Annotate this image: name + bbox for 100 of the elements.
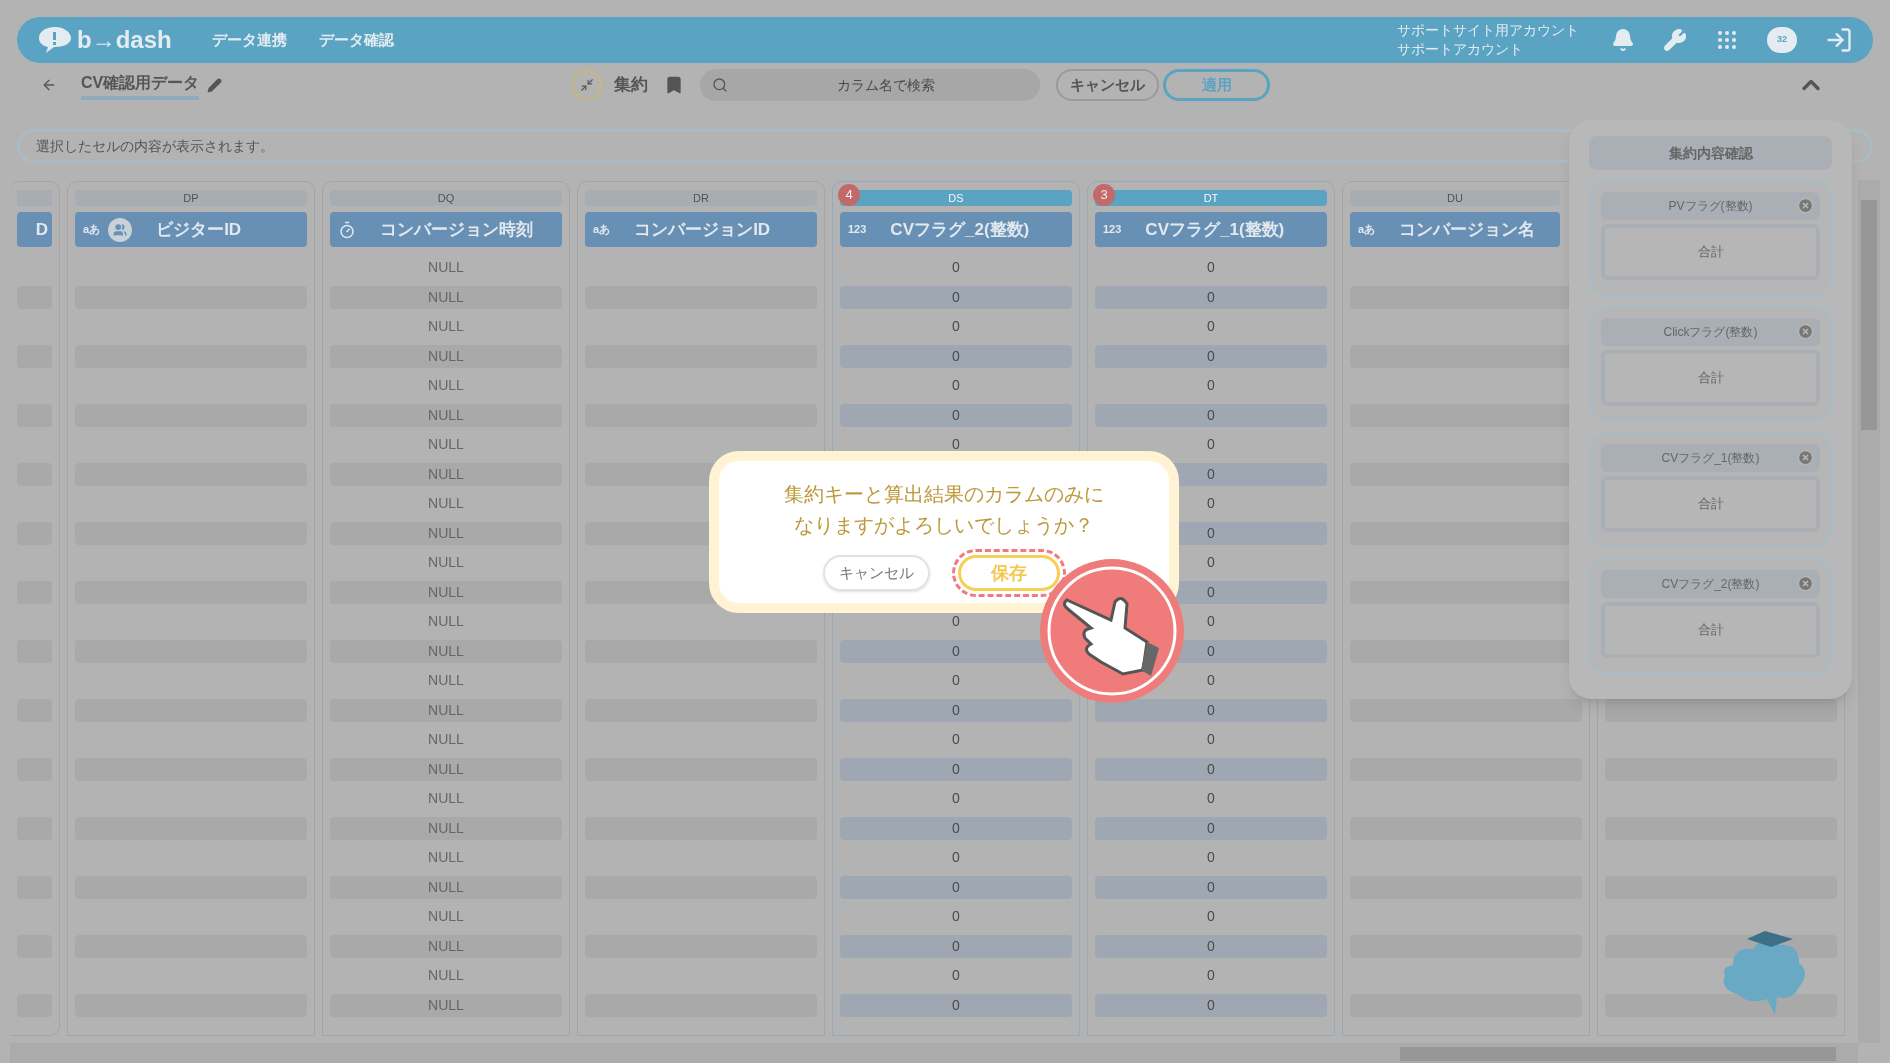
- vertical-scrollbar[interactable]: [1858, 180, 1880, 1043]
- table-cell: NULL: [330, 462, 562, 486]
- table-cell-text: 0: [1206, 494, 1216, 514]
- table-cell-text: NULL: [427, 317, 465, 337]
- column-letter[interactable]: DQ: [330, 190, 562, 206]
- table-cell-text: NULL: [427, 907, 465, 927]
- table-cell-text: NULL: [427, 553, 465, 573]
- table-cell: 0: [1095, 934, 1327, 958]
- type-label: aあ: [593, 222, 611, 238]
- column-header[interactable]: aあ コンバージョン名: [1350, 212, 1560, 247]
- back-icon[interactable]: [41, 77, 57, 93]
- table-cell-text: NULL: [427, 848, 465, 868]
- logout-icon[interactable]: [1825, 26, 1853, 54]
- grid-icon[interactable]: [1715, 28, 1739, 52]
- remove-icon[interactable]: [1797, 575, 1814, 592]
- table-cell-text: NULL: [427, 258, 465, 278]
- table-cell-text: 0: [1206, 553, 1216, 573]
- table-cell-text: 0: [1206, 848, 1216, 868]
- stopwatch-icon: [338, 220, 356, 239]
- table-cell: NULL: [330, 639, 562, 663]
- table-cell: 0: [840, 757, 1072, 781]
- table-cell-text: NULL: [427, 730, 465, 750]
- aggregate-method[interactable]: 合計: [1601, 224, 1820, 280]
- table-cell-text: 0: [1206, 966, 1216, 986]
- table-cell-text: 0: [951, 966, 961, 986]
- table-cell: NULL: [330, 875, 562, 899]
- table-cell: 0: [1095, 993, 1327, 1017]
- wrench-icon[interactable]: [1663, 28, 1687, 52]
- dialog-cancel-button[interactable]: キャンセル: [822, 555, 930, 591]
- panel-title: 集約内容確認: [1589, 136, 1832, 170]
- table-cell-text: NULL: [427, 789, 465, 809]
- summary-column-name: Clickフラグ(整数): [1601, 318, 1820, 346]
- table-cell-text: NULL: [427, 612, 465, 632]
- column-header[interactable]: aあ ビジターID: [75, 212, 307, 247]
- column-name: CVフラグ_1(整数): [1145, 218, 1285, 241]
- dataset-title: CV確認用データ: [81, 70, 200, 100]
- table-cell-text: NULL: [427, 671, 465, 691]
- table-cell-text: 0: [1206, 789, 1216, 809]
- table-cell-text: 0: [951, 730, 961, 750]
- type-label: aあ: [83, 222, 101, 238]
- table-cell: 0: [1095, 285, 1327, 309]
- table-cell-text: 0: [1206, 376, 1216, 396]
- table-cell: 0: [840, 875, 1072, 899]
- speech-bubble-icon: [37, 25, 73, 55]
- column-name: CVフラグ_2(整数): [890, 218, 1030, 241]
- column-header[interactable]: aあ コンバージョンID: [585, 212, 817, 247]
- cancel-button[interactable]: キャンセル: [1056, 69, 1160, 101]
- table-cell-text: 0: [951, 317, 961, 337]
- table-cell-text: 0: [1206, 730, 1216, 750]
- column-letter[interactable]: DR: [585, 190, 817, 206]
- aggregate-method[interactable]: 合計: [1601, 476, 1820, 532]
- table-cell: 0: [840, 285, 1072, 309]
- table-cell-text: 0: [951, 435, 961, 455]
- aggregate-method[interactable]: 合計: [1601, 602, 1820, 658]
- table-cell: NULL: [330, 285, 562, 309]
- column-header[interactable]: 123 CVフラグ_1(整数): [1095, 212, 1327, 247]
- aggregate-method[interactable]: 合計: [1601, 350, 1820, 406]
- table-cell: 0: [1095, 816, 1327, 840]
- column-header[interactable]: コンバージョン時刻: [330, 212, 562, 247]
- type-label: 123: [1103, 222, 1122, 238]
- column-name: コンバージョン名: [1399, 218, 1536, 241]
- remove-icon[interactable]: [1797, 323, 1814, 340]
- column-letter[interactable]: DP: [75, 190, 307, 206]
- account-name: サポートサイト用アカウント: [1397, 21, 1579, 40]
- remove-icon[interactable]: [1797, 197, 1814, 214]
- table-cell: NULL: [330, 698, 562, 722]
- type-label: aあ: [1358, 222, 1376, 238]
- table-cell-text: NULL: [427, 494, 465, 514]
- table-cell: 0: [840, 816, 1072, 840]
- table-cell: 0: [1095, 875, 1327, 899]
- column-name: D: [35, 218, 48, 241]
- remove-icon[interactable]: [1797, 449, 1814, 466]
- table-cell-text: 0: [951, 789, 961, 809]
- bell-icon[interactable]: [1611, 28, 1635, 52]
- table-cell: NULL: [330, 344, 562, 368]
- nav-link[interactable]: データ連携: [211, 28, 287, 52]
- summary-column-name: CVフラグ_2(整数): [1601, 570, 1820, 598]
- chat-button[interactable]: 32: [1767, 27, 1797, 53]
- mode-label: 集約: [614, 74, 649, 97]
- summary-column-name: PVフラグ(整数): [1601, 192, 1820, 220]
- table-cell: 0: [840, 993, 1072, 1017]
- column-name: コンバージョンID: [634, 218, 771, 241]
- table-cell: NULL: [330, 934, 562, 958]
- order-badge: 3: [1093, 184, 1115, 206]
- search-field[interactable]: カラム名で検索: [700, 69, 1041, 101]
- table-cell-text: 0: [1206, 907, 1216, 927]
- table-cell: NULL: [330, 816, 562, 840]
- table-cell-text: 0: [951, 907, 961, 927]
- horizontal-scrollbar[interactable]: [10, 1043, 1858, 1063]
- edit-icon[interactable]: [207, 77, 223, 93]
- table-cell: 0: [840, 698, 1072, 722]
- table-cell: NULL: [330, 580, 562, 604]
- logo-text[interactable]: b→dash: [77, 22, 172, 58]
- table-cell: 0: [840, 344, 1072, 368]
- aggregate-icon: [572, 70, 603, 100]
- column-letter[interactable]: DU: [1350, 190, 1560, 206]
- nav-link[interactable]: データ確認: [318, 28, 394, 52]
- column-header[interactable]: D: [17, 212, 52, 247]
- table-cell-text: 0: [1206, 612, 1216, 632]
- column-header[interactable]: 123 CVフラグ_2(整数): [840, 212, 1072, 247]
